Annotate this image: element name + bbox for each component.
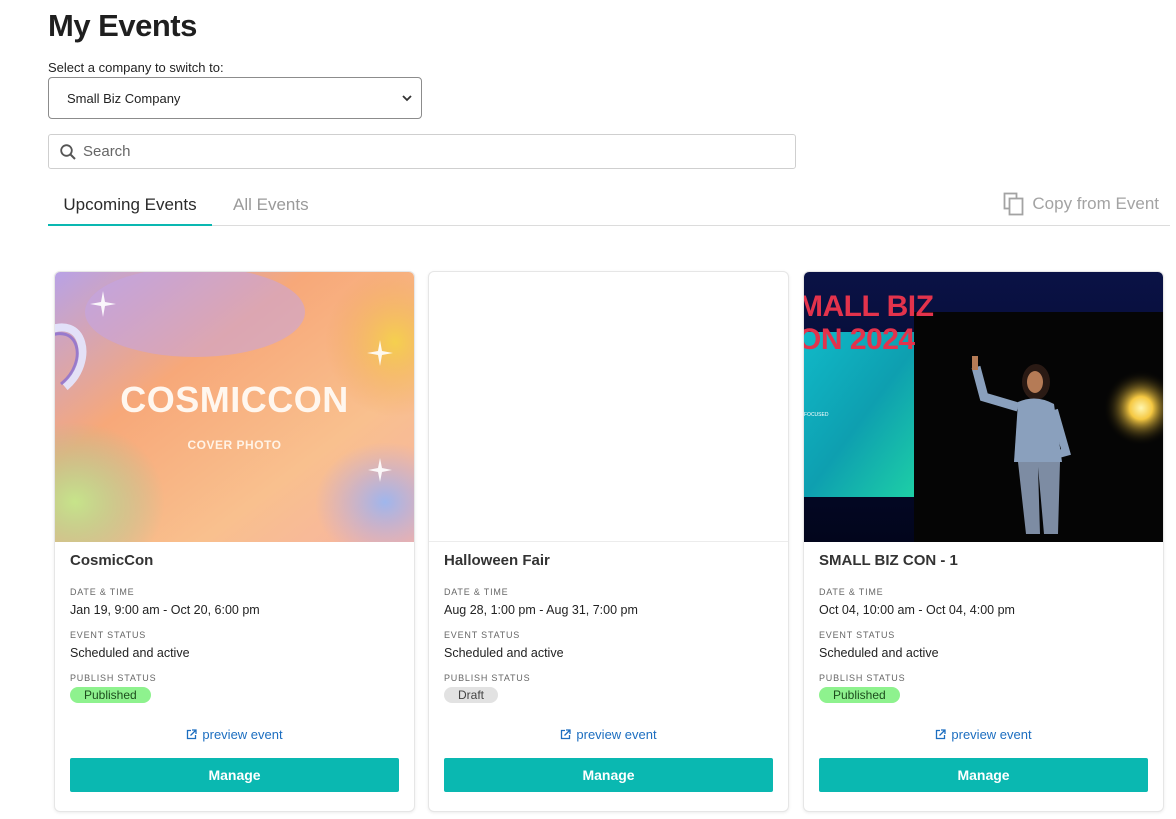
status-badge: Published [70, 687, 151, 703]
event-card-halloween-fair: Halloween Fair DATE & TIME Aug 28, 1:00 … [428, 271, 789, 812]
event-status-value: Scheduled and active [70, 646, 190, 660]
cover-title-line-1: MALL BIZ [804, 290, 934, 323]
event-cover-image: MALL BIZ ON 2024 FOCUSED [804, 272, 1163, 542]
manage-button[interactable]: Manage [70, 758, 399, 792]
external-link-icon [936, 729, 947, 740]
search-icon [60, 143, 76, 160]
external-link-icon [187, 729, 198, 740]
event-name: CosmicCon [70, 552, 154, 569]
date-time-value: Aug 28, 1:00 pm - Aug 31, 7:00 pm [444, 603, 638, 617]
event-name: SMALL BIZ CON - 1 [819, 552, 958, 569]
cover-title-line-2: ON 2024 [804, 323, 915, 356]
date-time-label: DATE & TIME [444, 587, 509, 597]
company-select[interactable]: Small Biz Company [48, 77, 422, 119]
search-input[interactable] [83, 143, 763, 160]
manage-button[interactable]: Manage [444, 758, 773, 792]
publish-status-label: PUBLISH STATUS [819, 673, 906, 683]
copy-from-event-button[interactable]: Copy from Event [1003, 192, 1159, 216]
event-cover-image: COSMICCON COVER PHOTO [55, 272, 414, 542]
event-card-small-biz-con: MALL BIZ ON 2024 FOCUSED SMALL BIZ CON -… [803, 271, 1164, 812]
preview-event-link[interactable]: preview event [429, 727, 788, 742]
status-badge: Published [819, 687, 900, 703]
company-select-label: Select a company to switch to: [48, 60, 224, 75]
event-status-value: Scheduled and active [819, 646, 939, 660]
cover-title: MALL BIZ ON 2024 [804, 290, 934, 356]
event-status-label: EVENT STATUS [70, 630, 147, 640]
event-status-value: Scheduled and active [444, 646, 564, 660]
event-card-cosmiccon: COSMICCON COVER PHOTO CosmicCon DATE & T… [54, 271, 415, 812]
event-name: Halloween Fair [444, 552, 550, 569]
publish-status-label: PUBLISH STATUS [70, 673, 157, 683]
preview-event-label: preview event [576, 727, 657, 742]
cover-small-text: FOCUSED [804, 412, 829, 418]
date-time-value: Jan 19, 9:00 am - Oct 20, 6:00 pm [70, 603, 260, 617]
copy-icon [1003, 192, 1024, 216]
external-link-icon [561, 729, 572, 740]
tab-upcoming-events[interactable]: Upcoming Events [48, 186, 212, 226]
publish-status-label: PUBLISH STATUS [444, 673, 531, 683]
cover-subtitle: COVER PHOTO [187, 438, 282, 452]
cover-title: COSMICCON [120, 379, 349, 420]
chevron-down-icon [402, 95, 412, 102]
date-time-label: DATE & TIME [819, 587, 884, 597]
copy-from-event-label: Copy from Event [1032, 194, 1159, 213]
page-title: My Events [48, 8, 197, 43]
preview-event-label: preview event [951, 727, 1032, 742]
preview-event-link[interactable]: preview event [55, 727, 414, 742]
event-tabs: Upcoming Events All Events Copy from Eve… [48, 186, 1170, 226]
manage-button[interactable]: Manage [819, 758, 1148, 792]
date-time-value: Oct 04, 10:00 am - Oct 04, 4:00 pm [819, 603, 1015, 617]
preview-event-label: preview event [202, 727, 283, 742]
event-cover-placeholder [429, 272, 788, 542]
search-field[interactable] [48, 134, 796, 169]
company-select-value: Small Biz Company [67, 90, 181, 106]
preview-event-link[interactable]: preview event [804, 727, 1163, 742]
event-status-label: EVENT STATUS [444, 630, 521, 640]
status-badge: Draft [444, 687, 499, 703]
tab-all-events[interactable]: All Events [233, 186, 309, 226]
event-status-label: EVENT STATUS [819, 630, 896, 640]
date-time-label: DATE & TIME [70, 587, 135, 597]
